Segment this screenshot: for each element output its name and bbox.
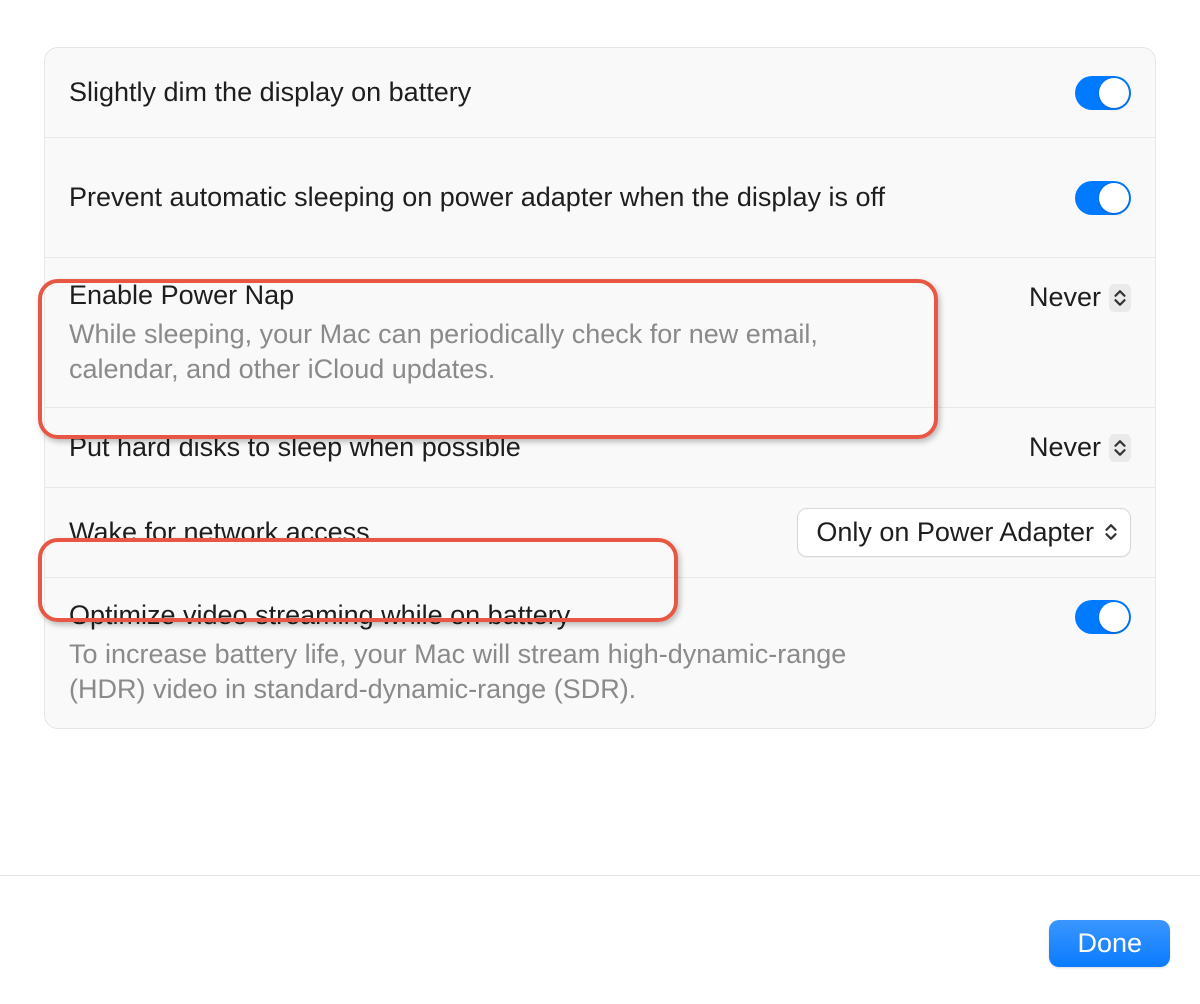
optimize-video-desc: To increase battery life, your Mac will … bbox=[69, 637, 889, 707]
power-nap-popup[interactable]: Never bbox=[1029, 282, 1131, 313]
power-nap-desc: While sleeping, your Mac can periodicall… bbox=[69, 317, 889, 387]
wake-network-title: Wake for network access bbox=[69, 515, 777, 550]
setting-row-wake-network: Wake for network access Only on Power Ad… bbox=[45, 488, 1155, 578]
updown-chevron-icon bbox=[1109, 284, 1131, 312]
prevent-sleep-toggle[interactable] bbox=[1075, 181, 1131, 215]
bottom-divider bbox=[0, 875, 1200, 876]
toggle-knob bbox=[1099, 183, 1129, 213]
hard-disks-title: Put hard disks to sleep when possible bbox=[69, 430, 889, 465]
wake-network-value: Only on Power Adapter bbox=[816, 517, 1094, 548]
setting-row-power-nap: Enable Power Nap While sleeping, your Ma… bbox=[45, 258, 1155, 408]
dim-display-toggle[interactable] bbox=[1075, 76, 1131, 110]
power-nap-value: Never bbox=[1029, 282, 1101, 313]
optimize-video-title: Optimize video streaming while on batter… bbox=[69, 598, 889, 633]
dim-display-title: Slightly dim the display on battery bbox=[69, 75, 889, 110]
hard-disks-value: Never bbox=[1029, 432, 1101, 463]
updown-chevron-icon bbox=[1104, 517, 1118, 548]
wake-network-popup[interactable]: Only on Power Adapter bbox=[797, 508, 1131, 557]
setting-row-dim-display: Slightly dim the display on battery bbox=[45, 48, 1155, 138]
power-nap-title: Enable Power Nap bbox=[69, 278, 889, 313]
setting-row-prevent-sleep: Prevent automatic sleeping on power adap… bbox=[45, 138, 1155, 258]
settings-panel: Slightly dim the display on battery Prev… bbox=[44, 47, 1156, 729]
toggle-knob bbox=[1099, 602, 1129, 632]
toggle-knob bbox=[1099, 78, 1129, 108]
done-button[interactable]: Done bbox=[1049, 920, 1170, 967]
hard-disks-popup[interactable]: Never bbox=[1029, 432, 1131, 463]
setting-row-hard-disks: Put hard disks to sleep when possible Ne… bbox=[45, 408, 1155, 488]
setting-row-optimize-video: Optimize video streaming while on batter… bbox=[45, 578, 1155, 727]
updown-chevron-icon bbox=[1109, 434, 1131, 462]
prevent-sleep-title: Prevent automatic sleeping on power adap… bbox=[69, 180, 889, 215]
optimize-video-toggle[interactable] bbox=[1075, 600, 1131, 634]
